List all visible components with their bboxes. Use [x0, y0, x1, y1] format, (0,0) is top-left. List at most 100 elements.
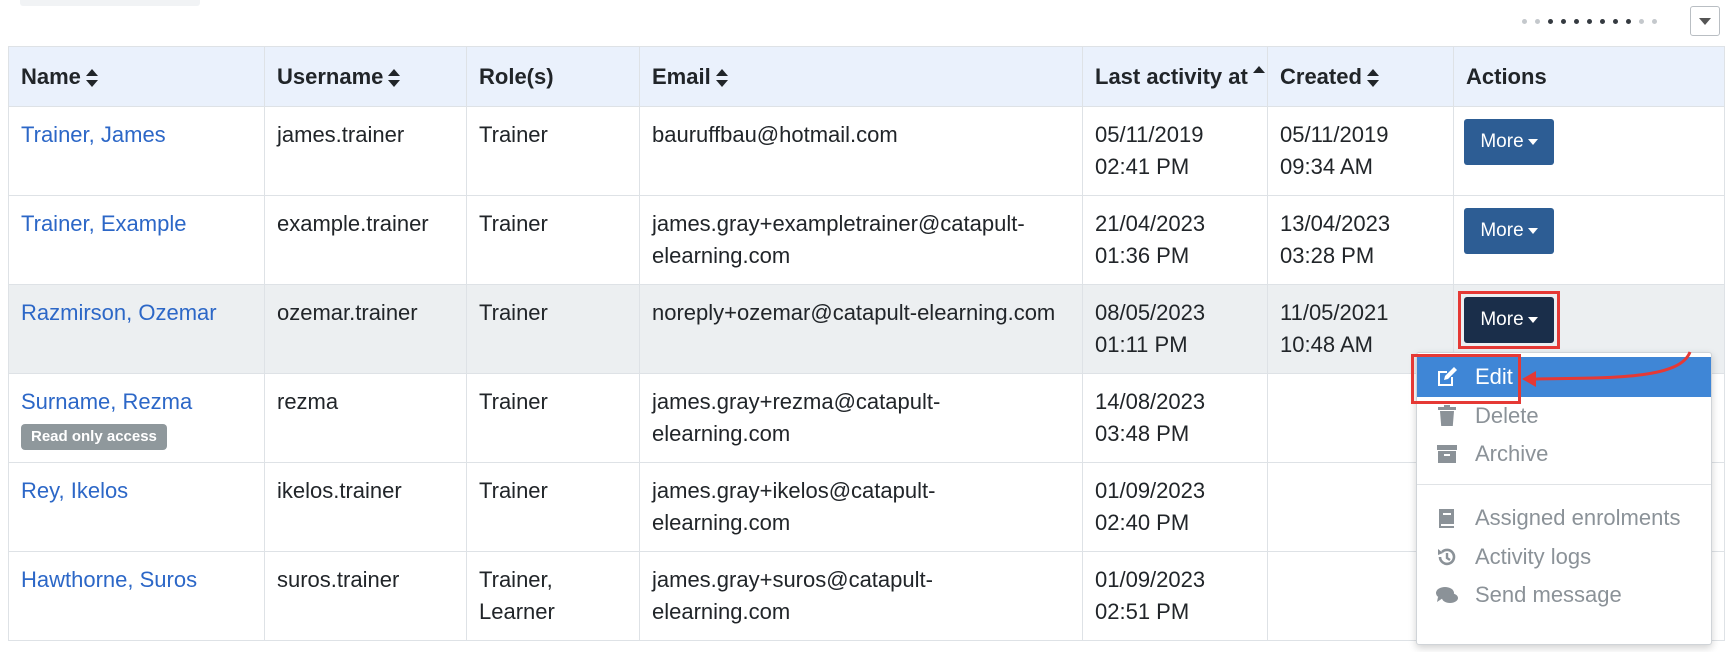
cell-name: Hawthorne, Suros [8, 551, 265, 641]
time: 02:51 PM [1095, 599, 1190, 624]
sort-asc-icon [1252, 65, 1265, 73]
menu-item-send-message[interactable]: Send message [1417, 575, 1711, 615]
read-only-badge: Read only access [21, 424, 167, 450]
archive-icon [1435, 442, 1459, 466]
time: 02:41 PM [1095, 154, 1190, 179]
col-header-username[interactable]: Username [264, 46, 467, 107]
more-button[interactable]: More [1464, 119, 1554, 165]
menu-divider [1417, 484, 1711, 485]
user-name-link[interactable]: Trainer, James [21, 122, 166, 147]
cell-name: Trainer, James [8, 106, 265, 196]
actions-dropdown-menu: Edit Delete Archive Assigned enrolments … [1416, 352, 1712, 645]
menu-item-label: Edit [1475, 364, 1513, 389]
cell-username: james.trainer [264, 106, 467, 196]
date: 01/09/2023 [1095, 478, 1206, 503]
menu-item-assigned-enrolments[interactable]: Assigned enrolments [1417, 498, 1711, 538]
menu-item-delete[interactable]: Delete [1417, 396, 1711, 436]
dot [1522, 19, 1527, 24]
more-button[interactable]: More [1464, 208, 1554, 254]
menu-item-edit[interactable]: Edit [1417, 357, 1711, 397]
col-header-actions: Actions [1453, 46, 1725, 107]
user-name-link[interactable]: Rey, Ikelos [21, 478, 128, 503]
cell-last-activity: 01/09/2023 02:51 PM [1082, 551, 1268, 641]
column-visibility-dots [1522, 19, 1657, 24]
more-button[interactable]: More [1464, 297, 1554, 343]
dot [1587, 19, 1592, 24]
time: 09:34 AM [1280, 154, 1373, 179]
cell-last-activity: 01/09/2023 02:40 PM [1082, 462, 1268, 552]
user-name-link[interactable]: Razmirson, Ozemar [21, 300, 217, 325]
cell-username: rezma [264, 373, 467, 463]
col-header-name[interactable]: Name [8, 46, 265, 107]
cell-username: ozemar.trainer [264, 284, 467, 374]
menu-item-label: Archive [1475, 441, 1549, 466]
time: 01:11 PM [1095, 332, 1188, 357]
cell-roles: Trainer [466, 462, 640, 552]
menu-item-label: Activity logs [1475, 544, 1592, 569]
dot [1639, 19, 1644, 24]
cell-actions: More [1453, 195, 1725, 285]
cell-username: suros.trainer [264, 551, 467, 641]
caret-down-icon [1527, 316, 1538, 323]
cell-created: 13/04/2023 03:28 PM [1267, 195, 1454, 285]
dot [1561, 19, 1566, 24]
caret-down-icon [1527, 138, 1538, 145]
menu-item-label: Delete [1475, 403, 1539, 428]
date: 11/05/2021 [1280, 300, 1389, 325]
cell-roles: Trainer [466, 284, 640, 374]
col-header-email[interactable]: Email [639, 46, 1083, 107]
col-header-created[interactable]: Created [1267, 46, 1454, 107]
col-header-roles: Role(s) [466, 46, 640, 107]
user-name-link[interactable]: Surname, Rezma [21, 389, 192, 414]
cell-email: james.gray+suros@catapult-elearning.com [639, 551, 1083, 641]
cell-last-activity: 21/04/2023 01:36 PM [1082, 195, 1268, 285]
date: 13/04/2023 [1280, 211, 1391, 236]
history-icon [1435, 545, 1459, 569]
cell-email: bauruffbau@hotmail.com [639, 106, 1083, 196]
top-decoration [20, 0, 200, 6]
cell-username: example.trainer [264, 195, 467, 285]
cell-roles: Trainer [466, 195, 640, 285]
time: 02:40 PM [1095, 510, 1190, 535]
cell-roles: Trainer [466, 373, 640, 463]
comments-icon [1435, 583, 1459, 607]
dot [1652, 19, 1657, 24]
sort-icon [715, 68, 728, 87]
dot [1626, 19, 1631, 24]
cell-name: Razmirson, Ozemar [8, 284, 265, 374]
user-name-link[interactable]: Hawthorne, Suros [21, 567, 197, 592]
edit-icon [1435, 365, 1459, 389]
trash-icon [1435, 404, 1459, 428]
cell-roles: Trainer, Learner [466, 551, 640, 641]
cell-name: Trainer, Example [8, 195, 265, 285]
sort-icon [388, 68, 401, 87]
cell-last-activity: 14/08/2023 03:48 PM [1082, 373, 1268, 463]
dot [1600, 19, 1605, 24]
sort-icon [85, 68, 98, 87]
menu-item-activity-logs[interactable]: Activity logs [1417, 537, 1711, 577]
caret-down-icon [1527, 227, 1538, 234]
cell-username: ikelos.trainer [264, 462, 467, 552]
menu-item-archive[interactable]: Archive [1417, 434, 1711, 474]
cell-email: james.gray+exampletrainer@catapult-elear… [639, 195, 1083, 285]
date: 21/04/2023 [1095, 211, 1206, 236]
time: 01:36 PM [1095, 243, 1190, 268]
col-header-last-activity[interactable]: Last activity at [1082, 46, 1268, 107]
date: 05/11/2019 [1280, 122, 1389, 147]
cell-created: 05/11/2019 09:34 AM [1267, 106, 1454, 196]
book-icon [1435, 506, 1459, 530]
menu-item-label: Assigned enrolments [1475, 505, 1681, 530]
cell-last-activity: 05/11/2019 02:41 PM [1082, 106, 1268, 196]
time: 03:48 PM [1095, 421, 1190, 446]
date: 14/08/2023 [1095, 389, 1206, 414]
caret-down-icon [1699, 17, 1711, 25]
dot [1548, 19, 1553, 24]
table-row: Trainer, James james.trainer Trainer bau… [8, 106, 1725, 196]
columns-dropdown-button[interactable] [1690, 6, 1720, 36]
date: 05/11/2019 [1095, 122, 1204, 147]
header-row: Name Username Role(s) Email Last activit… [8, 46, 1725, 107]
dot [1613, 19, 1618, 24]
user-name-link[interactable]: Trainer, Example [21, 211, 186, 236]
cell-email: noreply+ozemar@catapult-elearning.com [639, 284, 1083, 374]
cell-name: Surname, Rezma Read only access [8, 373, 265, 463]
